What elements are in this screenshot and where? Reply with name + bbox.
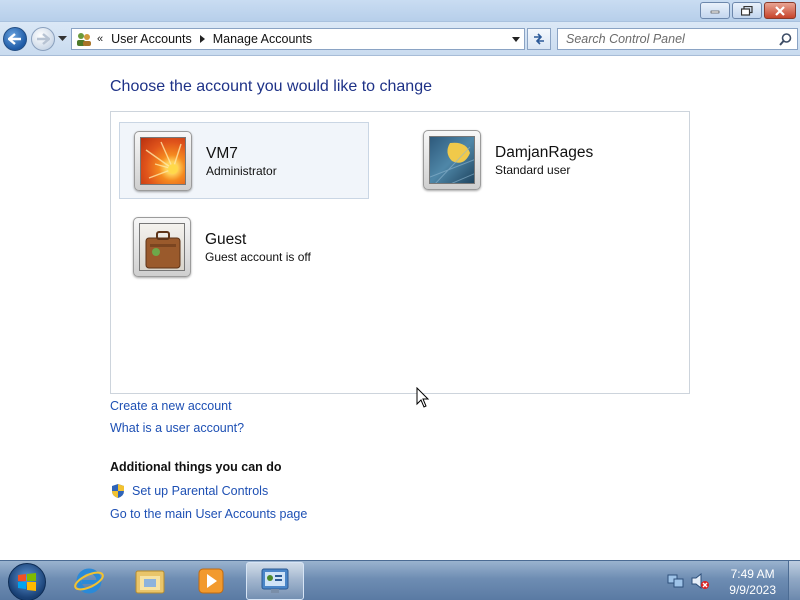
volume-muted-icon[interactable]	[691, 573, 709, 589]
taskbar-windows-explorer[interactable]	[121, 562, 179, 600]
account-list: VM7 Administrator DamjanRages Standard u…	[110, 111, 690, 394]
start-button[interactable]	[8, 563, 46, 600]
taskbar: 7:49 AM 9/9/2023	[0, 560, 800, 600]
main-user-accounts-link[interactable]: Go to the main User Accounts page	[110, 507, 307, 521]
mouse-cursor-icon	[416, 387, 430, 408]
account-picture	[134, 131, 192, 191]
account-name: Guest	[205, 231, 247, 248]
back-arrow-icon	[8, 33, 21, 45]
recent-pages-dropdown-icon[interactable]	[58, 36, 67, 42]
account-picture	[423, 130, 481, 190]
content-area: Choose the account you would like to cha…	[0, 57, 800, 560]
page-title: Choose the account you would like to cha…	[110, 78, 432, 95]
forward-button[interactable]	[31, 27, 55, 51]
breadcrumb-separator-icon[interactable]	[199, 35, 205, 43]
refresh-icon	[534, 33, 544, 45]
close-button[interactable]	[764, 2, 796, 19]
breadcrumb-user-accounts[interactable]: User Accounts	[111, 32, 192, 46]
breadcrumb-overflow-chevron[interactable]: «	[97, 33, 103, 45]
search-input[interactable]	[558, 29, 768, 49]
account-tile-vm7[interactable]: VM7 Administrator	[119, 122, 369, 199]
title-bar	[0, 0, 800, 22]
parental-controls-link[interactable]: Set up Parental Controls	[132, 484, 268, 498]
taskbar-internet-explorer[interactable]	[60, 562, 118, 600]
account-type: Administrator	[206, 164, 277, 178]
taskbar-windows-media-player[interactable]	[182, 562, 240, 600]
clock[interactable]: 7:49 AM 9/9/2023	[729, 566, 776, 598]
orange-flower-picture	[145, 141, 182, 179]
breadcrumb-manage-accounts[interactable]: Manage Accounts	[213, 32, 312, 46]
clock-date: 9/9/2023	[729, 583, 776, 597]
refresh-button[interactable]	[527, 28, 551, 50]
account-name: DamjanRages	[495, 144, 594, 161]
back-button[interactable]	[3, 27, 27, 51]
restore-button[interactable]	[732, 2, 762, 19]
create-account-link[interactable]: Create a new account	[110, 399, 232, 413]
minimize-button[interactable]	[700, 2, 730, 19]
forward-arrow-icon	[37, 33, 50, 45]
navigation-bar: « User Accounts Manage Accounts	[0, 22, 800, 56]
taskbar-control-panel[interactable]	[246, 562, 304, 600]
window-controls	[700, 2, 796, 19]
close-icon	[775, 5, 785, 16]
media-player-icon	[198, 568, 224, 594]
show-desktop-button[interactable]	[788, 561, 800, 600]
windows-logo-icon	[18, 573, 36, 591]
account-tile-guest[interactable]: Guest Guest account is off	[119, 209, 369, 286]
address-dropdown-icon[interactable]	[512, 37, 520, 42]
restore-icon	[741, 5, 753, 16]
what-is-account-link[interactable]: What is a user account?	[110, 421, 244, 435]
account-type: Standard user	[495, 163, 571, 177]
clock-time: 7:49 AM	[730, 567, 775, 581]
suitcase-picture	[145, 231, 181, 269]
internet-explorer-icon	[74, 568, 104, 594]
search-icon[interactable]	[779, 33, 792, 46]
account-tile-damjanrages[interactable]: DamjanRages Standard user	[409, 122, 659, 199]
system-tray: 7:49 AM 9/9/2023	[664, 561, 800, 600]
account-picture	[133, 217, 191, 277]
minimize-icon	[710, 10, 720, 13]
account-type: Guest account is off	[205, 250, 311, 264]
uac-shield-icon	[112, 484, 124, 498]
control-panel-icon	[261, 568, 289, 593]
folder-icon	[135, 570, 165, 594]
network-icon[interactable]	[667, 573, 685, 589]
search-box[interactable]	[557, 28, 798, 50]
account-name: VM7	[206, 145, 238, 162]
parental-controls-row: Set up Parental Controls	[110, 483, 268, 499]
address-bar[interactable]: « User Accounts Manage Accounts	[71, 28, 525, 50]
leaf-picture	[430, 142, 474, 183]
user-accounts-icon	[75, 31, 93, 47]
additional-things-heading: Additional things you can do	[110, 460, 282, 474]
